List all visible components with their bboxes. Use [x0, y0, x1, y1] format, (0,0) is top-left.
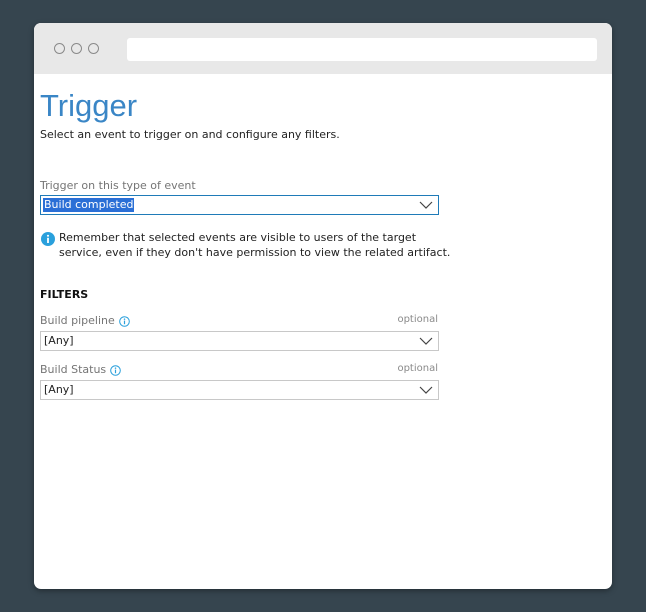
- visibility-notice: Remember that selected events are visibl…: [40, 230, 460, 260]
- event-type-value: Build completed: [43, 198, 135, 212]
- chevron-down-icon: [419, 337, 433, 345]
- address-bar[interactable]: [127, 38, 597, 61]
- build-pipeline-select[interactable]: [Any]: [40, 331, 439, 351]
- build-pipeline-label: Build pipeline: [40, 314, 115, 327]
- chevron-down-icon: [419, 386, 433, 394]
- window-maximize-dot-icon[interactable]: [88, 43, 99, 54]
- event-type-select[interactable]: Build completed: [40, 195, 439, 215]
- page-subtitle: Select an event to trigger on and config…: [40, 128, 340, 141]
- filters-heading: FILTERS: [40, 288, 89, 301]
- build-status-label-row: Build Status: [40, 363, 121, 376]
- build-status-label: Build Status: [40, 363, 107, 376]
- build-pipeline-label-row: Build pipeline: [40, 314, 130, 327]
- window-minimize-dot-icon[interactable]: [71, 43, 82, 54]
- event-type-label: Trigger on this type of event: [40, 179, 196, 192]
- browser-chrome: [34, 23, 612, 74]
- info-icon[interactable]: [118, 315, 130, 327]
- build-pipeline-optional: optional: [397, 314, 438, 325]
- page-title: Trigger: [40, 88, 138, 123]
- notice-text: Remember that selected events are visibl…: [59, 231, 451, 259]
- info-icon: [41, 232, 55, 246]
- page-content: Trigger Select an event to trigger on an…: [34, 74, 612, 589]
- build-pipeline-value: [Any]: [44, 334, 74, 347]
- build-status-value: [Any]: [44, 383, 74, 396]
- build-status-select[interactable]: [Any]: [40, 380, 439, 400]
- info-icon[interactable]: [110, 364, 121, 376]
- browser-window: Trigger Select an event to trigger on an…: [34, 23, 612, 589]
- build-status-optional: optional: [397, 363, 438, 374]
- chevron-down-icon: [419, 201, 433, 209]
- window-close-dot-icon[interactable]: [54, 43, 65, 54]
